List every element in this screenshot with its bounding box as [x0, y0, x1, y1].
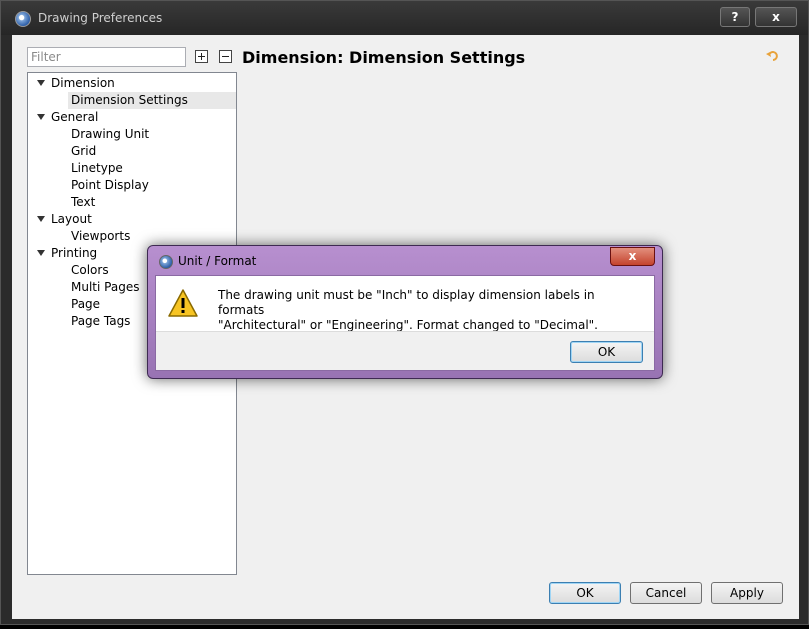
window-titlebar: Drawing Preferences ? x — [1, 1, 808, 35]
app-icon — [159, 255, 173, 269]
dialog-message: The drawing unit must be "Inch" to displ… — [218, 288, 638, 333]
collapse-all-icon[interactable] — [219, 50, 232, 63]
tree-category[interactable]: Dimension — [28, 75, 236, 92]
dialog-footer: OK — [156, 331, 654, 370]
tree-item-label: Multi Pages — [71, 280, 140, 294]
tree-item[interactable]: Grid — [28, 143, 236, 160]
tree-item-label: Drawing Unit — [71, 127, 150, 141]
dialog-title: Unit / Format — [178, 254, 257, 268]
tree-item-label: Layout — [51, 212, 92, 226]
dialog-body: The drawing unit must be "Inch" to displ… — [155, 275, 655, 371]
tree-item-label: Text — [71, 195, 96, 209]
tree-item-label: General — [51, 110, 99, 124]
tree-item-label: Page Tags — [71, 314, 131, 328]
tree-item[interactable]: Viewports — [28, 228, 236, 245]
expand-arrow-icon[interactable] — [37, 216, 45, 222]
cancel-button[interactable]: Cancel — [630, 582, 702, 604]
tree-item-label: Colors — [71, 263, 109, 277]
tree-item[interactable]: Text — [28, 194, 236, 211]
tree-item[interactable]: Point Display — [28, 177, 236, 194]
tree-item-label: Point Display — [71, 178, 149, 192]
tree-item[interactable]: Dimension Settings — [68, 92, 236, 109]
dialog-message-line: The drawing unit must be "Inch" to displ… — [218, 288, 595, 317]
tree-item-label: Dimension Settings — [71, 93, 188, 107]
tree-item-label: Dimension — [51, 76, 115, 90]
tree-item[interactable]: Drawing Unit — [28, 126, 236, 143]
tree-category[interactable]: Layout — [28, 211, 236, 228]
expand-arrow-icon[interactable] — [37, 114, 45, 120]
expand-arrow-icon[interactable] — [37, 80, 45, 86]
tree-item-label: Page — [71, 297, 101, 311]
expand-arrow-icon[interactable] — [37, 250, 45, 256]
window-title: Drawing Preferences — [38, 11, 163, 25]
dialog-close-button[interactable]: x — [610, 247, 655, 266]
tree-category[interactable]: General — [28, 109, 236, 126]
apply-button[interactable]: Apply — [711, 582, 783, 604]
page-title: Dimension: Dimension Settings — [242, 48, 526, 67]
warning-icon — [168, 289, 198, 317]
tree-item[interactable]: Linetype — [28, 160, 236, 177]
app-icon — [15, 11, 31, 27]
dialog-ok-button[interactable]: OK — [570, 341, 643, 363]
ok-button[interactable]: OK — [549, 582, 621, 604]
tree-item-label: Printing — [51, 246, 98, 260]
help-button[interactable]: ? — [720, 7, 750, 27]
expand-all-icon[interactable] — [195, 50, 208, 63]
tree-item-label: Linetype — [71, 161, 123, 175]
filter-input[interactable] — [27, 47, 186, 67]
unit-format-dialog: Unit / Format x The drawing unit must be… — [147, 245, 663, 379]
close-button[interactable]: x — [755, 7, 797, 27]
tree-item-label: Grid — [71, 144, 97, 158]
tree-item-label: Viewports — [71, 229, 131, 243]
restore-defaults-icon[interactable] — [766, 49, 780, 63]
